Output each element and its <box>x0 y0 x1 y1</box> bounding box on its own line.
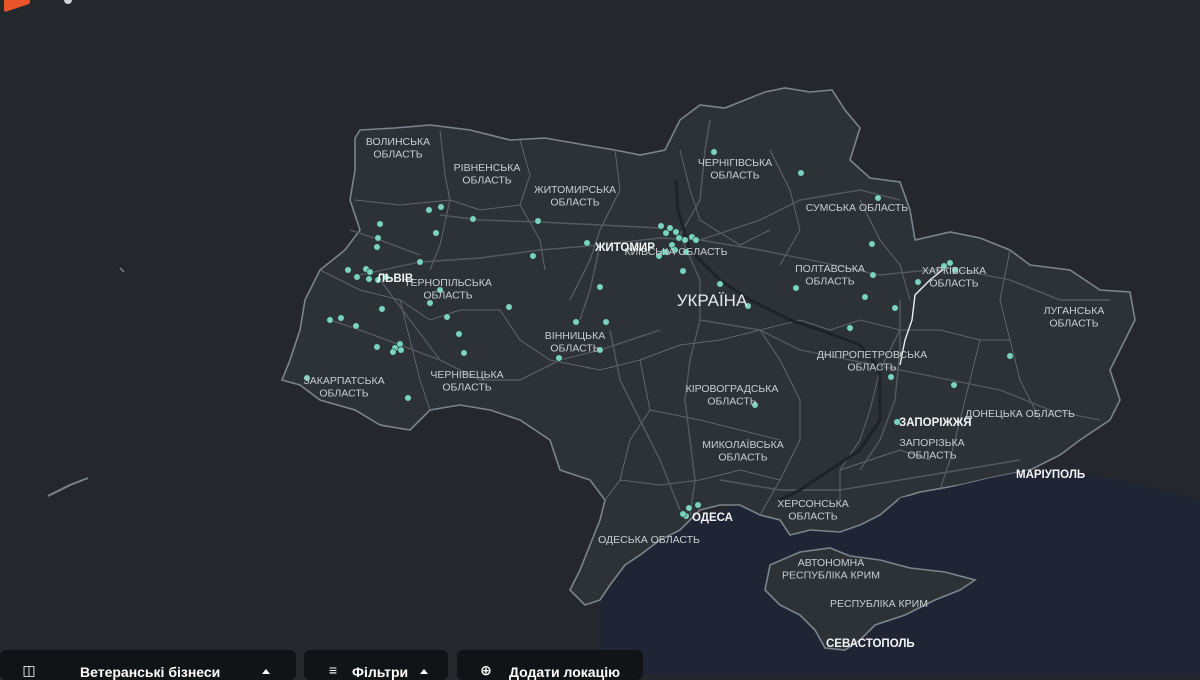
map-icon: ◫ <box>22 662 36 678</box>
location-marker[interactable] <box>366 268 374 276</box>
plus-circle-icon: ⊕ <box>480 662 492 678</box>
region-label-donetsk: ДОНЕЦЬКА ОБЛАСТЬ <box>965 408 1075 420</box>
location-marker[interactable] <box>1006 352 1014 360</box>
layers-button-label: Ветеранські бізнеси <box>80 664 221 680</box>
location-marker[interactable] <box>455 330 463 338</box>
map-fragment <box>47 477 89 497</box>
city-label-mariupol: МАРІУПОЛЬ <box>1016 469 1085 481</box>
location-marker[interactable] <box>694 501 702 509</box>
location-marker[interactable] <box>534 217 542 225</box>
region-label-kharkiv: ХАРКІВСЬКА ОБЛАСТЬ <box>922 265 986 290</box>
location-marker[interactable] <box>352 322 360 330</box>
location-marker[interactable] <box>432 229 440 237</box>
location-marker[interactable] <box>846 324 854 332</box>
location-marker[interactable] <box>443 313 451 321</box>
location-marker[interactable] <box>692 236 700 244</box>
chevron-up-icon <box>420 669 429 674</box>
region-label-crimea_rep: РЕСПУБЛІКА КРИМ <box>830 598 928 610</box>
location-marker[interactable] <box>950 381 958 389</box>
location-marker[interactable] <box>397 346 405 354</box>
filters-button-label: Фільтри <box>352 664 409 680</box>
location-marker[interactable] <box>861 293 869 301</box>
location-marker[interactable] <box>373 343 381 351</box>
location-marker[interactable] <box>868 240 876 248</box>
location-marker[interactable] <box>792 284 800 292</box>
location-marker[interactable] <box>378 305 386 313</box>
location-marker[interactable] <box>353 273 361 281</box>
location-marker[interactable] <box>596 283 604 291</box>
region-label-poltava: ПОЛТАВСЬКА ОБЛАСТЬ <box>795 263 865 288</box>
location-marker[interactable] <box>797 169 805 177</box>
location-marker[interactable] <box>425 206 433 214</box>
location-marker[interactable] <box>914 278 922 286</box>
location-marker[interactable] <box>657 222 665 230</box>
location-marker[interactable] <box>396 340 404 348</box>
location-marker[interactable] <box>373 243 381 251</box>
sliders-icon: ≡ <box>328 662 338 678</box>
location-marker[interactable] <box>672 228 680 236</box>
layers-button[interactable]: ◫ Ветеранські бізнеси <box>0 650 296 680</box>
region-label-odesa_obl: ОДЕСЬКА ОБЛАСТЬ <box>598 534 700 546</box>
location-marker[interactable] <box>710 148 718 156</box>
location-marker[interactable] <box>337 314 345 322</box>
city-label-zhytomyr: ЖИТОМИР <box>594 242 655 254</box>
add-location-button[interactable]: ⊕ Додати локацію <box>457 650 643 680</box>
location-marker[interactable] <box>874 194 882 202</box>
chevron-up-icon <box>262 669 271 674</box>
location-marker[interactable] <box>716 280 724 288</box>
map-fragment <box>119 267 125 273</box>
location-marker[interactable] <box>891 304 899 312</box>
location-marker[interactable] <box>416 258 424 266</box>
location-marker[interactable] <box>681 236 689 244</box>
city-label-zaporizhzhia: ЗАПОРІЖЖЯ <box>899 417 972 429</box>
filters-button[interactable]: ≡ Фільтри <box>304 650 448 680</box>
city-label-odesa: ОДЕСА <box>692 512 733 524</box>
location-marker[interactable] <box>675 234 683 242</box>
location-marker[interactable] <box>666 224 674 232</box>
location-marker[interactable] <box>572 318 580 326</box>
location-marker[interactable] <box>685 504 693 512</box>
country-label: УКРАЇНА <box>677 291 748 310</box>
location-marker[interactable] <box>679 267 687 275</box>
region-label-sumy: СУМСЬКА ОБЛАСТЬ <box>806 202 909 214</box>
location-marker[interactable] <box>679 510 687 518</box>
region-label-vinnytsia: ВІННИЦЬКА ОБЛАСТЬ <box>545 330 605 355</box>
location-marker[interactable] <box>583 239 591 247</box>
location-marker[interactable] <box>374 234 382 242</box>
location-marker[interactable] <box>887 373 895 381</box>
location-marker[interactable] <box>869 271 877 279</box>
location-marker[interactable] <box>437 203 445 211</box>
location-marker[interactable] <box>404 394 412 402</box>
location-marker[interactable] <box>344 266 352 274</box>
location-marker[interactable] <box>460 349 468 357</box>
location-marker[interactable] <box>505 303 513 311</box>
region-label-volyn: ВОЛИНСЬКА ОБЛАСТЬ <box>366 136 430 161</box>
add-location-button-label: Додати локацію <box>509 664 621 680</box>
city-label-lviv: ЛЬВІВ <box>377 273 413 285</box>
location-marker[interactable] <box>469 215 477 223</box>
city-label-sevastopol: СЕВАСТОПОЛЬ <box>826 638 915 650</box>
location-marker[interactable] <box>365 275 373 283</box>
location-marker[interactable] <box>529 252 537 260</box>
location-marker[interactable] <box>602 318 610 326</box>
location-marker[interactable] <box>326 316 334 324</box>
region-label-zaporizhzhia: ЗАПОРІЗЬКА ОБЛАСТЬ <box>899 437 964 462</box>
location-marker[interactable] <box>376 220 384 228</box>
region-label-luhansk: ЛУГАНСЬКА ОБЛАСТЬ <box>1044 305 1105 330</box>
region-label-rivne: РІВНЕНСЬКА ОБЛАСТЬ <box>454 162 521 187</box>
location-marker[interactable] <box>555 354 563 362</box>
map-canvas[interactable]: ВОЛИНСЬКА ОБЛАСТЬ РІВНЕНСЬКА ОБЛАСТЬ ЖИТОМИР… <box>0 0 1200 675</box>
location-marker[interactable] <box>389 348 397 356</box>
